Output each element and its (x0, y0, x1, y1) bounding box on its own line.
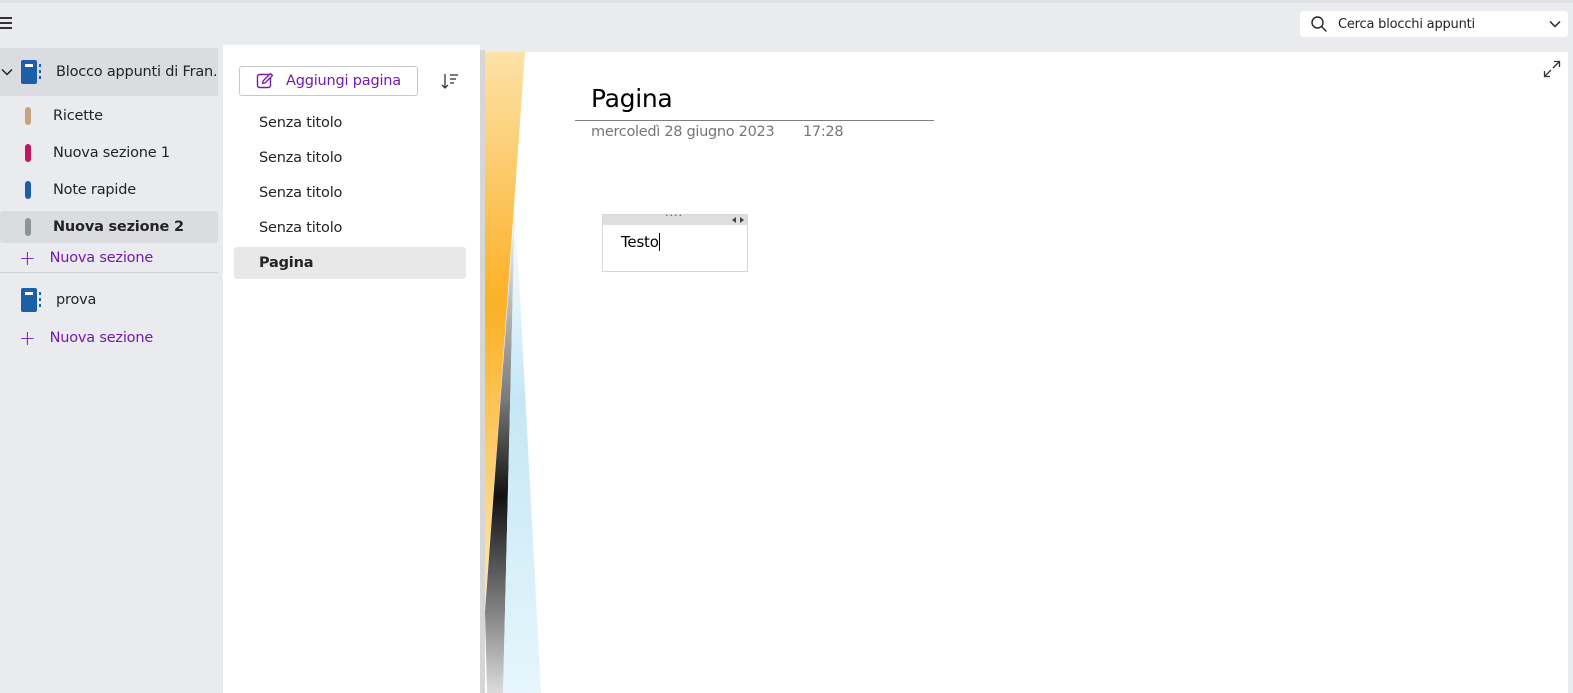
section-item-nuova-sezione-1[interactable]: Nuova sezione 1 (0, 137, 218, 169)
sort-icon[interactable] (440, 71, 460, 91)
add-page-button[interactable]: Aggiungi pagina (239, 66, 418, 96)
page-item-selected[interactable]: Pagina (234, 247, 466, 279)
decorative-background-stripe (485, 52, 541, 693)
section-label: Nuova sezione 2 (53, 219, 184, 235)
section-item-nuova-sezione-2[interactable]: Nuova sezione 2 (0, 211, 218, 243)
page-title[interactable]: Pagina (591, 84, 673, 113)
hamburger-menu-icon[interactable] (0, 17, 14, 31)
section-color-tab (25, 144, 31, 162)
page-label: Senza titolo (259, 185, 343, 201)
top-bar: Cerca blocchi appunti (0, 0, 1573, 44)
search-input[interactable]: Cerca blocchi appunti (1338, 17, 1475, 32)
section-item-ricette[interactable]: Ricette (0, 100, 218, 132)
drag-dots-icon: ···· (665, 209, 683, 222)
divider (0, 272, 218, 273)
section-label: Note rapide (53, 182, 136, 198)
page-date: mercoledì 28 giugno 2023 (591, 124, 775, 140)
page-label: Senza titolo (259, 150, 343, 166)
page-item[interactable]: Senza titolo (234, 142, 466, 174)
add-section-label: Nuova sezione (49, 250, 154, 266)
add-section-label: Nuova sezione (49, 330, 154, 346)
page-list-pane: Aggiungi pagina Senza titolo Senza titol… (223, 45, 480, 693)
notebook-label: prova (56, 292, 97, 308)
note-drag-handle[interactable]: ···· (603, 209, 747, 225)
note-text-content: Testo (621, 233, 659, 251)
section-label: Nuova sezione 1 (53, 145, 170, 161)
note-text[interactable]: Testo (621, 233, 660, 251)
notebook-item-blocco-appunti[interactable]: Blocco appunti di Fran... (0, 48, 218, 96)
notebook-item-prova[interactable]: prova (0, 276, 218, 324)
page-item[interactable]: Senza titolo (234, 177, 466, 209)
section-color-tab (25, 181, 31, 199)
add-section-button[interactable]: + Nuova sezione (0, 324, 218, 352)
add-page-label: Aggiungi pagina (286, 73, 401, 89)
page-canvas[interactable]: Pagina mercoledì 28 giugno 2023 17:28 ··… (485, 52, 1568, 693)
add-section-button[interactable]: + Nuova sezione (0, 244, 218, 272)
section-color-tab (25, 218, 31, 236)
search-icon (1311, 16, 1327, 32)
page-label: Senza titolo (259, 115, 343, 131)
edit-page-icon (256, 72, 274, 89)
section-item-note-rapide[interactable]: Note rapide (0, 174, 218, 206)
search-box[interactable]: Cerca blocchi appunti (1300, 11, 1568, 37)
plus-icon: + (19, 246, 36, 270)
chevron-down-icon[interactable] (0, 65, 14, 79)
plus-icon: + (19, 326, 36, 350)
resize-arrows-icon[interactable] (731, 216, 745, 224)
notebook-icon (21, 60, 41, 84)
page-item[interactable]: Senza titolo (234, 212, 466, 244)
note-container[interactable]: ···· Testo (602, 209, 748, 272)
section-color-tab (25, 107, 31, 125)
notebook-icon (21, 288, 41, 312)
title-underline (575, 120, 934, 121)
page-item[interactable]: Senza titolo (234, 107, 466, 139)
notebook-sidebar: Blocco appunti di Fran... Ricette Nuova … (0, 44, 222, 693)
page-time: 17:28 (803, 124, 844, 140)
page-label: Pagina (259, 255, 314, 271)
notebook-label: Blocco appunti di Fran... (56, 64, 216, 80)
text-caret (658, 233, 660, 251)
page-label: Senza titolo (259, 220, 343, 236)
chevron-down-icon[interactable] (1548, 17, 1562, 31)
section-label: Ricette (53, 108, 103, 124)
expand-icon[interactable] (1543, 60, 1561, 78)
